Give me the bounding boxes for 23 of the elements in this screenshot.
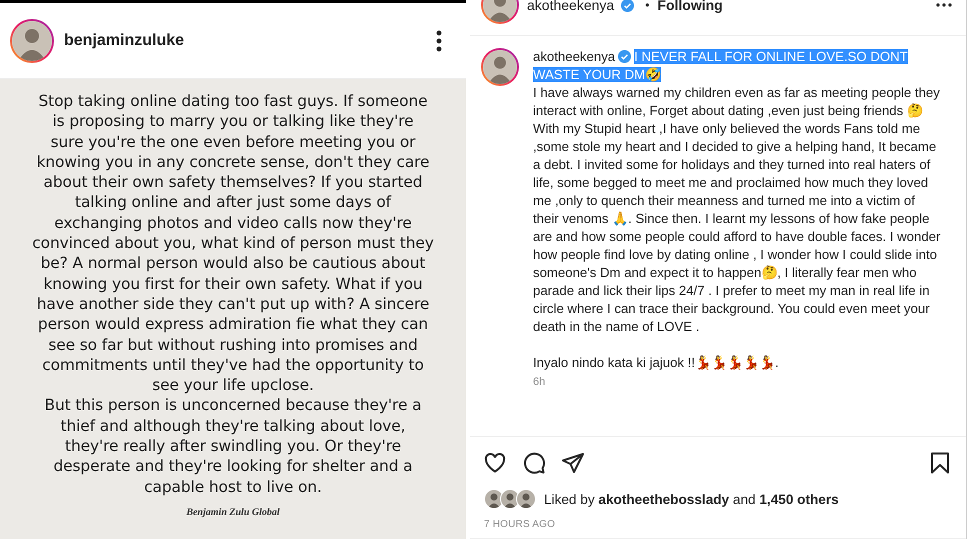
- avatar: [516, 489, 536, 509]
- signature: Benjamin Zulu Global: [186, 506, 280, 518]
- bookmark-icon[interactable]: [928, 451, 952, 475]
- avatar: [500, 489, 520, 509]
- likes-text: Liked by akotheethebosslady and 1,450 others: [544, 492, 839, 506]
- timestamp: 7 HOURS AGO: [483, 518, 556, 530]
- username[interactable]: akotheekenya: [533, 49, 616, 64]
- username[interactable]: benjaminzuluke: [64, 32, 426, 50]
- heart-icon[interactable]: [483, 451, 507, 475]
- avatar[interactable]: [481, 48, 519, 86]
- share-icon[interactable]: [561, 451, 585, 475]
- avatar: [484, 489, 504, 509]
- more-options-icon[interactable]: [936, 3, 952, 7]
- caption-text: Inyalo nindo kata ki jajuok !!💃💃💃💃💃.: [533, 355, 779, 370]
- avatar[interactable]: [10, 18, 54, 62]
- post-age: 6h: [533, 376, 546, 388]
- following-button[interactable]: Following: [657, 0, 723, 13]
- more-options-icon[interactable]: [436, 30, 442, 52]
- username[interactable]: akotheekenya: [527, 0, 614, 13]
- image-text: see your life upclose. But this person is unconcerned because they're a thief and although they're talking about love, they're really after swindling you. Or they're desperate and they're looking for shelter and a capable host to live on.: [44, 375, 422, 497]
- caption-text: I have always warned my children even as far as meeting people they interact with online, Forget about dating ,even just being friends 🤔With my Stupid heart ,I have only believed the words Fans told me ,some stole my heart and I decided to give a helping hand, It became a debt. I invited some for holidays and they turned into real haters of life, some begged to meet me and proclaimed how much they loved me ,only to quench their meanness and turned me into a victim of their venoms 🙏. Since then. I learnt my lessons of how fake people are and how some people could afford to have double faces. I wonder how people find love by dating online , I wonder how I could slide into someone's Dm and expect it to happen🤔, I literally fear men who parade and lick their lips 24/7 . I prefer to meet my man in real life in circle where I can trace their background. You could even meet your death in the name of LOVE .: [533, 84, 942, 336]
- separator-dot: •: [645, 0, 650, 12]
- comment-icon[interactable]: [522, 451, 546, 475]
